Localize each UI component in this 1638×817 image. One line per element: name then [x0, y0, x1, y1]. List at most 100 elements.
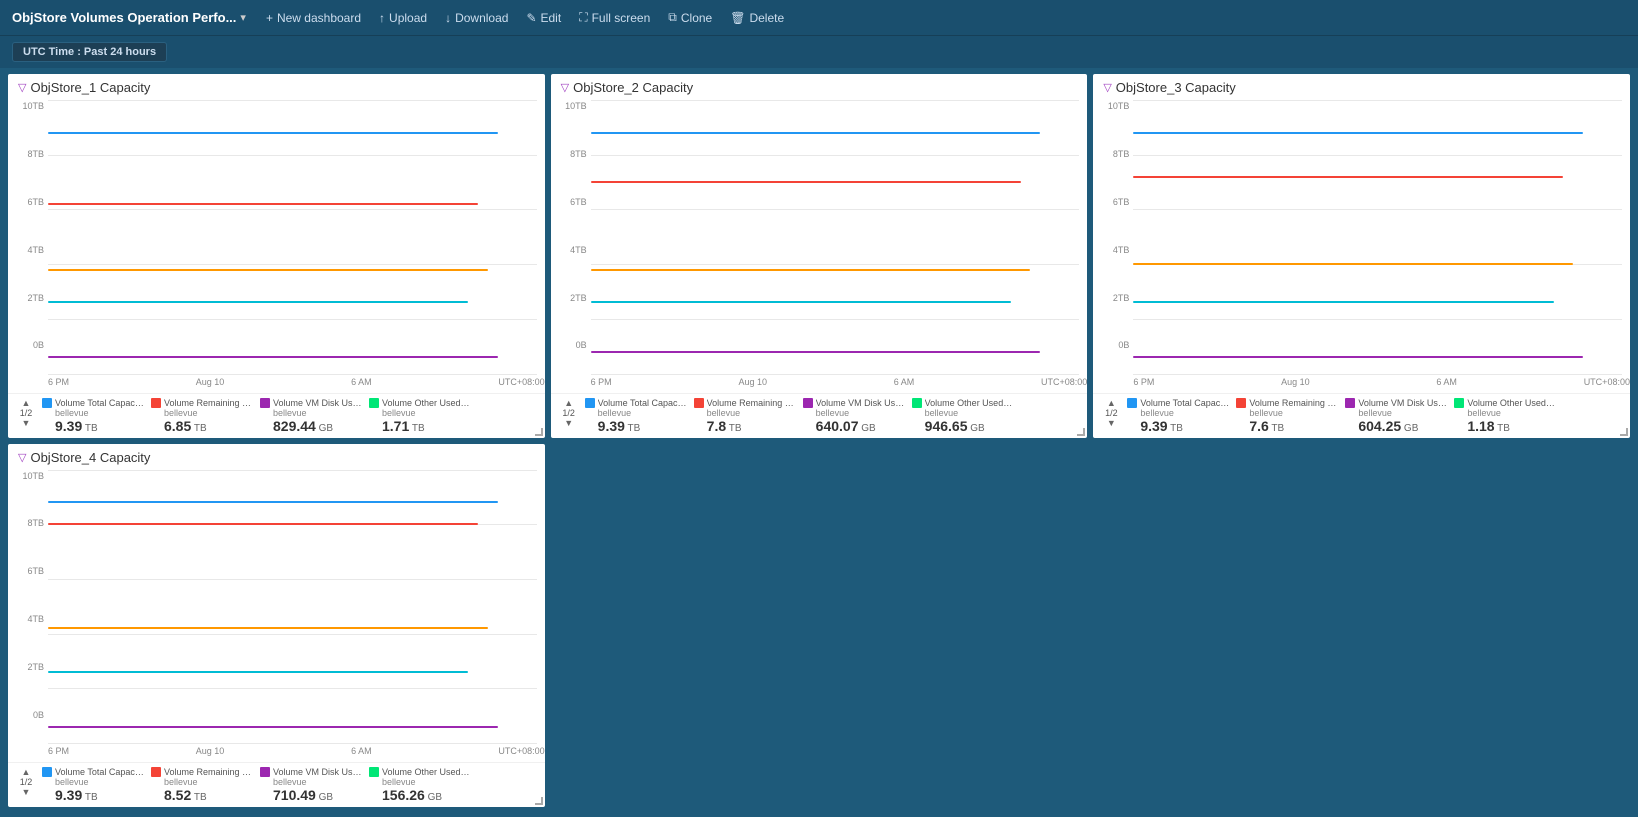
legend-metric-name: Volume Remaining Cap...	[1249, 398, 1339, 408]
nav-down-icon[interactable]: ▼	[1107, 418, 1116, 428]
legend-label-row: Volume Total Capacit...	[1127, 398, 1230, 408]
y-label: 10TB	[1097, 101, 1129, 111]
chart-line-2	[591, 269, 1031, 271]
legend-value: 640.07 GB	[803, 418, 906, 434]
nav-up-icon[interactable]: ▲	[1107, 398, 1116, 408]
grid-line	[1133, 155, 1622, 156]
new-dashboard-button[interactable]: + New dashboard	[258, 7, 369, 29]
toolbar-actions: + New dashboard ↑ Upload ↓ Download ✎ Ed…	[258, 6, 1626, 29]
nav-down-icon[interactable]: ▼	[22, 418, 31, 428]
time-filter-badge[interactable]: UTC Time : Past 24 hours	[12, 42, 167, 62]
legend-label-row: Volume Total Capacit...	[585, 398, 688, 408]
chart-inner	[1133, 101, 1622, 375]
panel-resize-handle[interactable]	[1620, 428, 1630, 438]
filter-icon: ▽	[18, 451, 26, 464]
y-axis: 0B2TB4TB6TB8TB10TB	[8, 471, 48, 721]
legend-value: 7.6 TB	[1236, 418, 1339, 434]
chart-line-0	[48, 132, 498, 134]
panel-resize-handle[interactable]	[535, 428, 545, 438]
grid-line	[48, 155, 537, 156]
chart-line-0	[591, 132, 1041, 134]
legend-nav[interactable]: ▲ 1/2 ▼	[16, 767, 36, 797]
legend-nav[interactable]: ▲ 1/2 ▼	[1101, 398, 1121, 428]
legend-item-0: Volume Total Capacit... bellevue 9.39 TB	[1127, 398, 1230, 434]
nav-up-icon[interactable]: ▲	[22, 767, 31, 777]
grid-line	[48, 209, 537, 210]
grid-line	[1133, 319, 1622, 320]
y-label: 4TB	[12, 245, 44, 255]
legend-label-row: Volume Other Used Ca...	[369, 398, 472, 408]
legend-source: bellevue	[260, 777, 363, 787]
x-label: 6 PM	[48, 746, 69, 762]
delete-button[interactable]: 🗑 Delete	[722, 7, 792, 29]
grid-line	[48, 264, 537, 265]
time-filter-value: Past 24 hours	[84, 46, 156, 58]
legend-unit: TB	[1495, 423, 1510, 434]
upload-button[interactable]: ↑ Upload	[371, 7, 435, 29]
nav-page: 1/2	[1105, 408, 1118, 418]
nav-down-icon[interactable]: ▼	[22, 787, 31, 797]
legend-unit: TB	[82, 792, 97, 803]
legend-source: bellevue	[1345, 408, 1448, 418]
legend-label-row: Volume Other Used Ca...	[1454, 398, 1557, 408]
x-label: UTC+08:00	[498, 377, 544, 393]
legend-label-row: Volume Remaining Cap...	[151, 767, 254, 777]
dashboard-grid: ▽ ObjStore_1 Capacity 0B2TB4TB6TB8TB10TB…	[0, 68, 1638, 813]
dashboard-title: ObjStore Volumes Operation Perfo...	[12, 10, 236, 25]
title-chevron-icon[interactable]: ▾	[240, 11, 246, 24]
y-label: 10TB	[12, 471, 44, 481]
y-label: 6TB	[1097, 197, 1129, 207]
legend-metric-name: Volume Total Capacit...	[55, 398, 145, 408]
legend-unit: GB	[316, 423, 333, 434]
legend-source: bellevue	[42, 408, 145, 418]
legend-value: 7.8 TB	[694, 418, 797, 434]
x-label: UTC+08:00	[1584, 377, 1630, 393]
upload-icon: ↑	[379, 11, 385, 25]
grid-line	[48, 688, 537, 689]
legend-item-1: Volume Remaining Cap... bellevue 7.8 TB	[694, 398, 797, 434]
panel-resize-handle[interactable]	[1077, 428, 1087, 438]
nav-up-icon[interactable]: ▲	[564, 398, 573, 408]
legend-source: bellevue	[151, 777, 254, 787]
grid-line	[48, 470, 537, 471]
chart-area: 0B2TB4TB6TB8TB10TB	[8, 467, 545, 745]
legend-color	[803, 398, 813, 408]
time-filter-bar: UTC Time : Past 24 hours	[0, 36, 1638, 68]
legend-metric-name: Volume Total Capacit...	[55, 767, 145, 777]
legend-label-row: Volume Remaining Cap...	[1236, 398, 1339, 408]
chart-line-3	[591, 301, 1011, 303]
clone-button[interactable]: ⧉ Clone	[660, 6, 720, 29]
download-button[interactable]: ↓ Download	[437, 7, 516, 29]
y-label: 2TB	[555, 293, 587, 303]
y-axis: 0B2TB4TB6TB8TB10TB	[8, 101, 48, 351]
nav-up-icon[interactable]: ▲	[22, 398, 31, 408]
x-label: 6 AM	[351, 377, 372, 393]
legend-item-2: Volume VM Disk Used ... bellevue 604.25 …	[1345, 398, 1448, 434]
plus-icon: +	[266, 11, 273, 25]
panel-resize-handle[interactable]	[535, 797, 545, 807]
legend-unit: TB	[191, 423, 206, 434]
chart-line-1	[1133, 176, 1563, 178]
grid-line	[591, 100, 1080, 101]
legend-source: bellevue	[912, 408, 1015, 418]
legend-item-3: Volume Other Used Ca... bellevue 156.26 …	[369, 767, 472, 803]
y-label: 4TB	[12, 614, 44, 624]
legend-item-1: Volume Remaining Cap... bellevue 6.85 TB	[151, 398, 254, 434]
legend-metric-name: Volume VM Disk Used ...	[273, 767, 363, 777]
legend-unit: TB	[1269, 423, 1284, 434]
chart-line-3	[1133, 301, 1553, 303]
edit-button[interactable]: ✎ Edit	[518, 7, 569, 29]
grid-line	[48, 579, 537, 580]
legend-value: 1.18 TB	[1454, 418, 1557, 434]
panel-3: ▽ ObjStore_3 Capacity 0B2TB4TB6TB8TB10TB…	[1093, 74, 1630, 438]
chart-inner	[48, 471, 537, 745]
chart-line-1	[591, 181, 1021, 183]
legend-nav[interactable]: ▲ 1/2 ▼	[559, 398, 579, 428]
nav-down-icon[interactable]: ▼	[564, 418, 573, 428]
legend-nav[interactable]: ▲ 1/2 ▼	[16, 398, 36, 428]
grid-line	[48, 634, 537, 635]
legend-item-2: Volume VM Disk Used ... bellevue 829.44 …	[260, 398, 363, 434]
legend-metric-name: Volume VM Disk Used ...	[273, 398, 363, 408]
legend-color	[1454, 398, 1464, 408]
fullscreen-button[interactable]: ⛶ Full screen	[571, 6, 658, 29]
